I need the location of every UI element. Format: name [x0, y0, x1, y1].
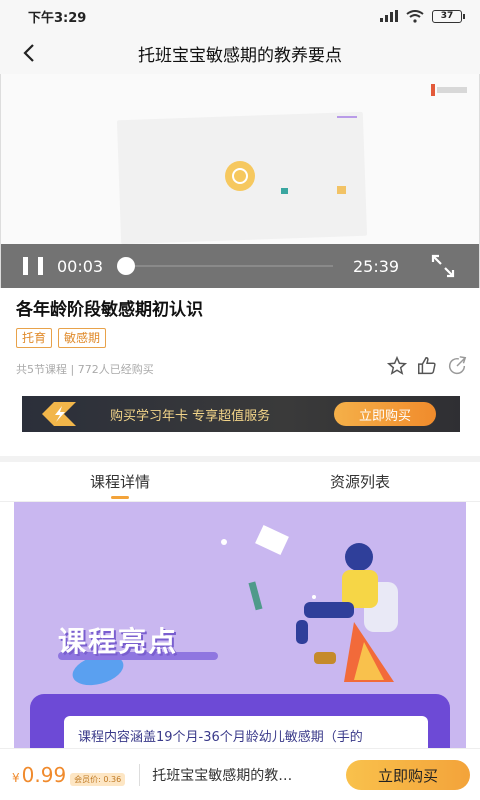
current-time: 00:03 — [57, 256, 104, 276]
wifi-icon — [406, 9, 424, 23]
progress-bar[interactable] — [117, 257, 333, 275]
video-frame-illustration — [225, 116, 357, 194]
highlights-description: 课程内容涵盖19个月-36个月龄幼儿敏感期（手的 — [64, 716, 428, 752]
star-icon[interactable] — [386, 355, 408, 377]
member-price-badge: 会员价: 0.36 — [70, 773, 126, 786]
video-controls: 00:03 25:39 — [1, 244, 479, 288]
progress-knob[interactable] — [117, 257, 136, 275]
vip-banner-text: 购买学习年卡 专享超值服务 — [110, 408, 271, 424]
total-time: 25:39 — [353, 256, 400, 276]
status-time: 下午3:29 — [28, 10, 87, 26]
nav-bar: 托班宝宝敏感期的教养要点 — [0, 32, 480, 74]
price: ¥ 0.99 — [12, 763, 66, 787]
battery-level: 37 — [440, 11, 454, 21]
page-title: 托班宝宝敏感期的教养要点 — [138, 45, 342, 66]
course-meta: 共5节课程 | 772人已经购买 — [16, 363, 154, 376]
pause-icon-bar — [38, 257, 43, 275]
course-actions — [386, 355, 468, 377]
detail-tabs: 课程详情 资源列表 — [0, 462, 480, 502]
back-button[interactable] — [14, 38, 44, 68]
video-player[interactable]: 00:03 25:39 — [0, 74, 480, 288]
thumb-up-icon[interactable] — [416, 355, 438, 377]
signal-icon — [380, 10, 398, 22]
course-tag: 敏感期 — [58, 328, 107, 348]
fullscreen-icon[interactable] — [429, 252, 457, 280]
divider — [139, 763, 141, 786]
tab-course-details[interactable]: 课程详情 — [0, 462, 240, 501]
course-highlights-banner: 课程亮点 课程内容涵盖19个月-36个月龄幼儿敏感期（手的 — [14, 502, 466, 752]
course-title: 各年龄阶段敏感期初认识 — [16, 300, 203, 320]
price-value: 0.99 — [21, 762, 67, 787]
pause-icon — [23, 257, 28, 275]
status-icons: 37 — [380, 9, 465, 23]
highlights-heading: 课程亮点 — [58, 625, 179, 658]
buy-now-button[interactable]: 立即购买 — [346, 760, 470, 790]
course-tags: 托育 敏感期 — [16, 328, 107, 348]
share-icon[interactable] — [446, 355, 468, 377]
currency-symbol: ¥ — [12, 770, 20, 785]
status-bar: 下午3:29 37 — [0, 0, 480, 32]
tab-resource-list[interactable]: 资源列表 — [240, 462, 480, 501]
battery-icon: 37 — [432, 9, 465, 23]
pause-button[interactable] — [23, 257, 43, 275]
back-icon — [23, 44, 34, 62]
bottom-course-title: 托班宝宝敏感期的教… — [152, 767, 293, 784]
vip-banner[interactable]: 购买学习年卡 专享超值服务 立即购买 — [22, 396, 460, 432]
purchase-bar: ¥ 0.99 会员价: 0.36 托班宝宝敏感期的教… 立即购买 — [0, 748, 480, 800]
boy-rocket-illustration — [72, 525, 398, 686]
course-tag: 托育 — [16, 328, 53, 348]
vip-buy-button[interactable]: 立即购买 — [334, 402, 436, 426]
lightning-icon — [42, 402, 76, 426]
